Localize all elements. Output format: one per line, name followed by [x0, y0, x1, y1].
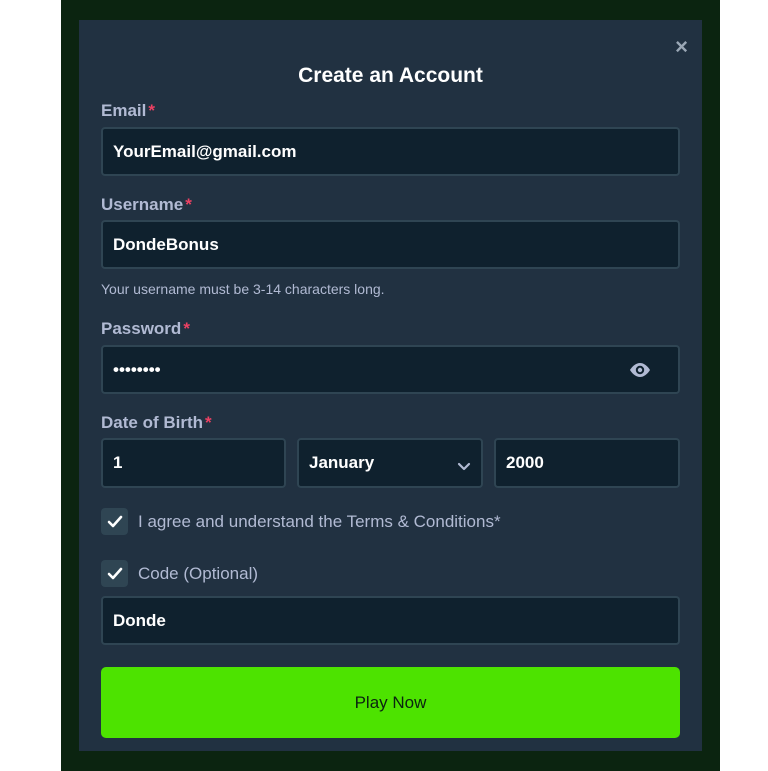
- chevron-down-icon: [457, 457, 471, 477]
- dob-label-text: Date of Birth: [101, 413, 203, 432]
- code-checkbox[interactable]: [101, 560, 128, 587]
- dob-day-value: 1: [113, 453, 123, 472]
- email-label: Email *: [101, 101, 155, 121]
- required-mark: *: [148, 101, 155, 120]
- email-value: YourEmail@gmail.com: [113, 141, 297, 161]
- email-label-text: Email: [101, 101, 147, 120]
- password-label: Password *: [101, 319, 190, 339]
- code-value: Donde: [113, 610, 166, 630]
- code-row: Code (Optional): [101, 560, 258, 587]
- password-label-text: Password: [101, 319, 182, 338]
- play-now-button[interactable]: Play Now: [101, 667, 680, 738]
- username-field[interactable]: DondeBonus: [101, 220, 680, 269]
- dob-month-select[interactable]: January: [297, 438, 483, 488]
- create-account-modal: Create an Account × Email * YourEmail@gma…: [79, 20, 702, 751]
- dob-label: Date of Birth *: [101, 413, 212, 433]
- username-value: DondeBonus: [113, 234, 219, 254]
- play-now-label: Play Now: [354, 692, 427, 712]
- username-hint: Your username must be 3-14 characters lo…: [101, 281, 385, 297]
- eye-icon[interactable]: [628, 362, 652, 383]
- dob-day-field[interactable]: 1: [101, 438, 286, 488]
- dob-year-value: 2000: [506, 453, 544, 472]
- required-mark: *: [205, 413, 212, 432]
- terms-row: I agree and understand the Terms & Condi…: [101, 508, 501, 535]
- username-label-text: Username: [101, 195, 184, 214]
- password-field[interactable]: ••••••••: [101, 345, 680, 394]
- required-mark: *: [183, 319, 190, 338]
- code-field[interactable]: Donde: [101, 596, 680, 645]
- dob-month-value: January: [309, 453, 375, 472]
- checkmark-icon: [107, 515, 122, 528]
- dob-year-field[interactable]: 2000: [494, 438, 680, 488]
- modal-title: Create an Account: [298, 64, 483, 87]
- terms-label[interactable]: I agree and understand the Terms & Condi…: [138, 512, 501, 532]
- close-icon[interactable]: ×: [675, 36, 688, 58]
- password-value: ••••••••: [113, 359, 161, 379]
- username-label: Username *: [101, 195, 192, 215]
- email-field[interactable]: YourEmail@gmail.com: [101, 127, 680, 176]
- required-mark: *: [185, 195, 192, 214]
- terms-checkbox[interactable]: [101, 508, 128, 535]
- checkmark-icon: [107, 567, 122, 580]
- code-label[interactable]: Code (Optional): [138, 564, 258, 584]
